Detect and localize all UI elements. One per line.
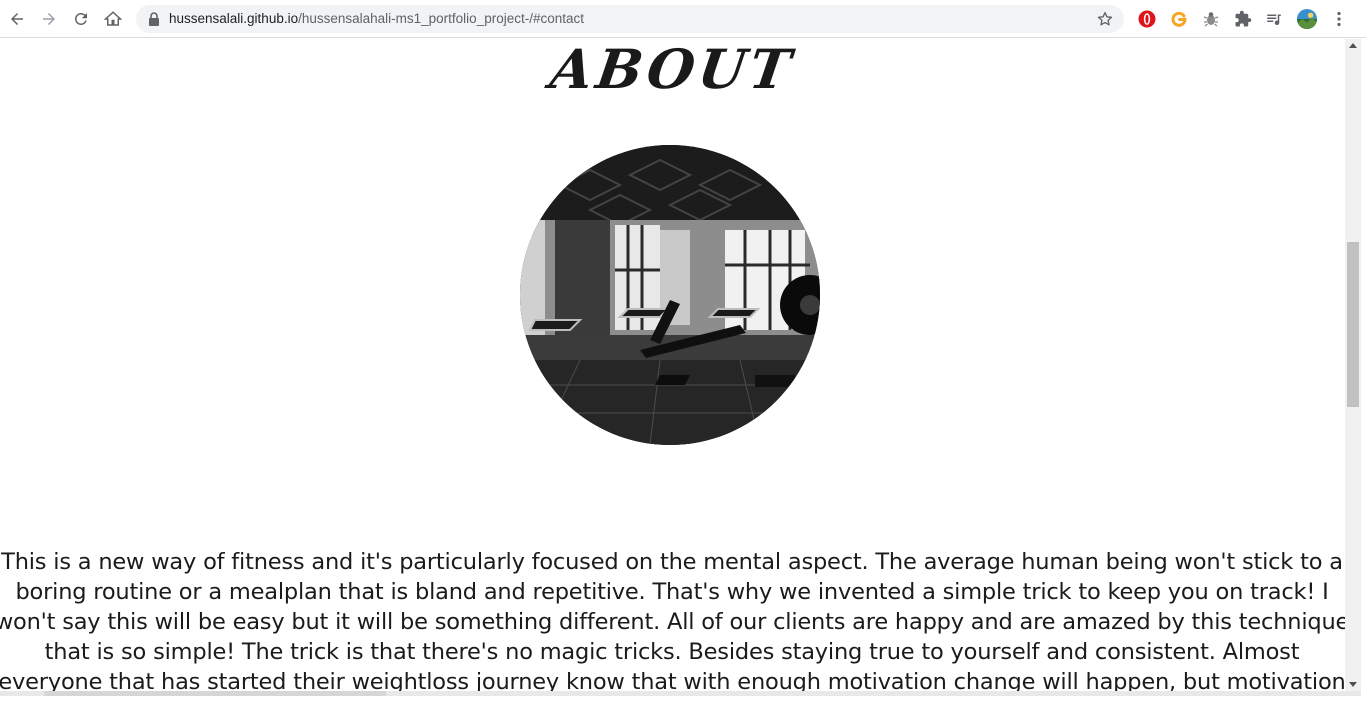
arrow-left-icon bbox=[11, 13, 23, 25]
url-path: /hussensalahali-ms1_portfolio_project-/#… bbox=[298, 11, 584, 26]
puzzle-icon[interactable] bbox=[1233, 9, 1253, 29]
about-paragraph: This is a new way of fitness and it's pa… bbox=[0, 549, 1345, 691]
gym-image bbox=[520, 145, 820, 445]
address-bar[interactable]: hussensalali.github.io/hussensalahali-ms… bbox=[136, 5, 1124, 33]
lock-icon bbox=[149, 12, 159, 26]
media-playlist-icon[interactable] bbox=[1264, 9, 1284, 29]
scroll-down-arrow-icon[interactable] bbox=[1349, 682, 1357, 687]
bottom-area bbox=[0, 696, 1366, 722]
forward-button[interactable] bbox=[33, 3, 65, 35]
home-icon bbox=[104, 11, 122, 26]
browser-toolbar: hussensalali.github.io/hussensalahali-ms… bbox=[0, 0, 1366, 38]
url-text[interactable]: hussensalali.github.io/hussensalahali-ms… bbox=[169, 11, 584, 26]
section-title: ABOUT bbox=[546, 39, 799, 101]
home-button[interactable] bbox=[97, 3, 129, 35]
scroll-thumb[interactable] bbox=[1347, 242, 1359, 407]
scroll-up-arrow-icon[interactable] bbox=[1349, 43, 1357, 48]
vertical-scrollbar[interactable] bbox=[1345, 39, 1361, 691]
avatar[interactable] bbox=[1297, 9, 1317, 29]
arrow-right-icon bbox=[43, 13, 55, 25]
kebab-menu-icon[interactable] bbox=[1329, 9, 1349, 29]
bug-extension-icon[interactable] bbox=[1201, 9, 1221, 29]
reload-button[interactable] bbox=[65, 3, 97, 35]
back-button[interactable] bbox=[1, 3, 33, 35]
star-icon[interactable] bbox=[1096, 10, 1114, 28]
page-viewport: ABOUT This is a new way of fitness and i… bbox=[0, 39, 1345, 691]
opera-extension-icon[interactable] bbox=[1137, 9, 1157, 29]
url-domain: hussensalali.github.io bbox=[169, 11, 299, 26]
reload-icon bbox=[74, 12, 87, 25]
grammarly-extension-icon[interactable] bbox=[1169, 9, 1189, 29]
